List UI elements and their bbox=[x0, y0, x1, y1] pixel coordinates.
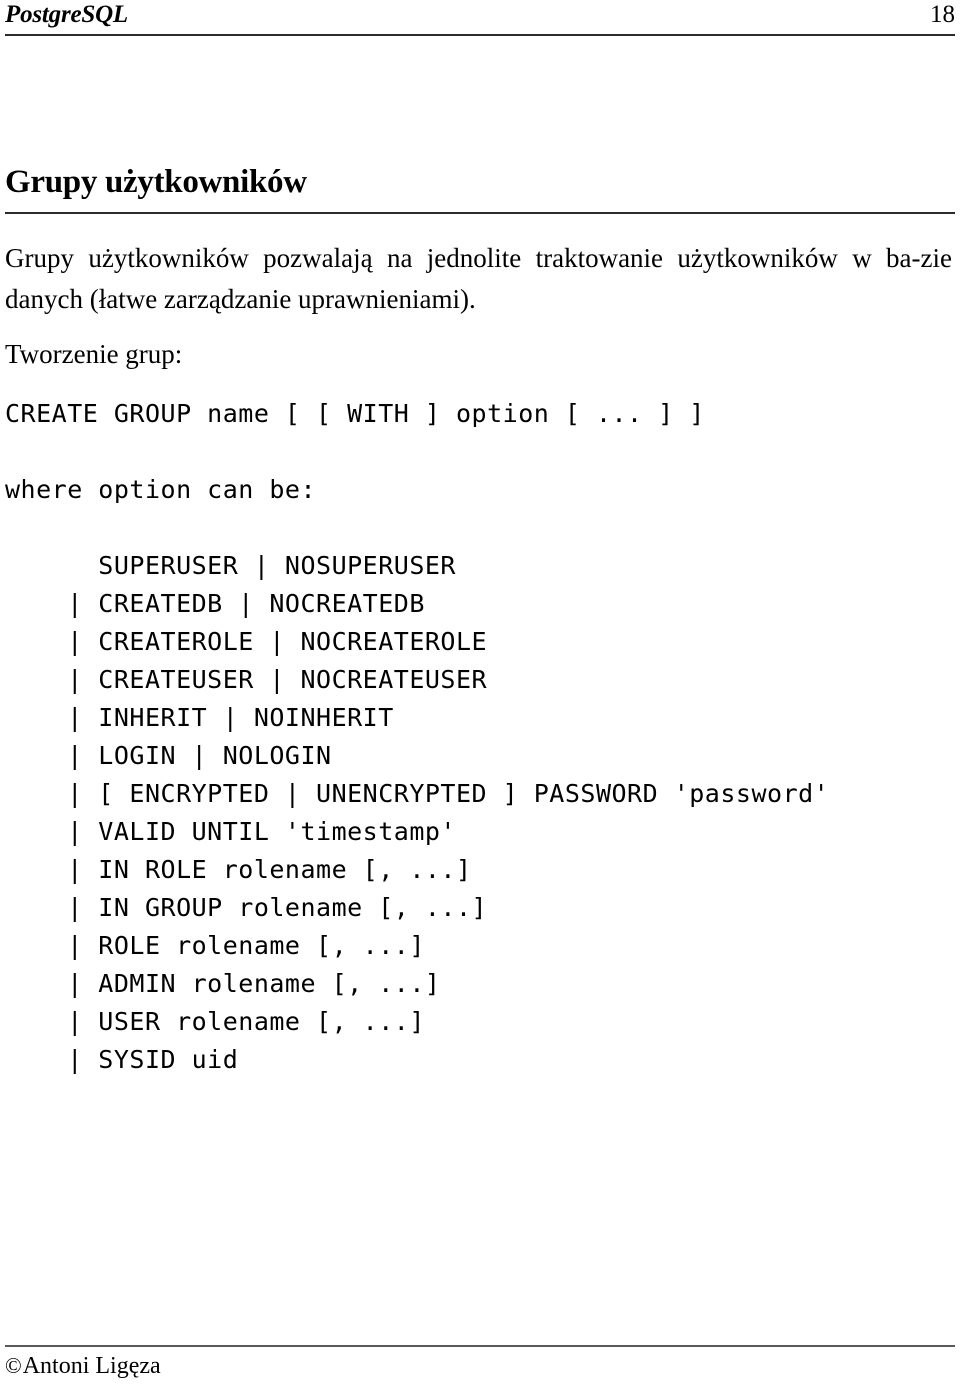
header-divider bbox=[5, 34, 955, 36]
code-option-line: | ADMIN rolename [, ...] bbox=[5, 969, 441, 998]
header-document-title: PostgreSQL bbox=[5, 1, 129, 28]
code-line-create-group: CREATE GROUP name [ [ WITH ] option [ ..… bbox=[5, 399, 705, 428]
code-option-line: | IN ROLE rolename [, ...] bbox=[5, 855, 472, 884]
code-line-where-clause: where option can be: bbox=[5, 475, 317, 504]
page-title: Grupy użytkowników bbox=[5, 164, 307, 201]
code-option-line: | VALID UNTIL 'timestamp' bbox=[5, 817, 456, 846]
code-option-line: | USER rolename [, ...] bbox=[5, 1007, 425, 1036]
title-divider bbox=[5, 212, 955, 214]
running-footer: © Antoni Ligęza bbox=[5, 1352, 161, 1380]
code-option-line: | [ ENCRYPTED | UNENCRYPTED ] PASSWORD '… bbox=[5, 779, 830, 808]
code-option-line: | CREATEUSER | NOCREATEUSER bbox=[5, 665, 488, 694]
code-listing: CREATE GROUP name [ [ WITH ] option [ ..… bbox=[5, 395, 960, 1079]
code-option-line: | CREATEDB | NOCREATEDB bbox=[5, 589, 425, 618]
code-option-line: | SYSID uid bbox=[5, 1045, 239, 1074]
copyright-icon: © bbox=[5, 1353, 22, 1378]
section-lead-in: Tworzenie grup: bbox=[5, 339, 183, 369]
document-page: PostgreSQL 18 Grupy użytkowników Grupy u… bbox=[0, 0, 960, 1385]
code-option-line: SUPERUSER | NOSUPERUSER bbox=[5, 551, 456, 580]
footer-divider bbox=[5, 1345, 955, 1347]
code-option-line: | LOGIN | NOLOGIN bbox=[5, 741, 332, 770]
header-page-number: 18 bbox=[930, 1, 955, 28]
code-option-line: | CREATEROLE | NOCREATEROLE bbox=[5, 627, 488, 656]
body-text: Grupy użytkowników pozwalają na jednolit… bbox=[5, 238, 952, 375]
code-option-line: | ROLE rolename [, ...] bbox=[5, 931, 425, 960]
footer-author-name: Antoni Ligęza bbox=[22, 1353, 161, 1379]
running-header: PostgreSQL 18 bbox=[5, 0, 955, 34]
code-option-line: | IN GROUP rolename [, ...] bbox=[5, 893, 488, 922]
intro-paragraph: Grupy użytkowników pozwalają na jednolit… bbox=[5, 243, 952, 314]
code-option-list: SUPERUSER | NOSUPERUSER | CREATEDB | NOC… bbox=[5, 547, 960, 1079]
code-option-line: | INHERIT | NOINHERIT bbox=[5, 703, 394, 732]
